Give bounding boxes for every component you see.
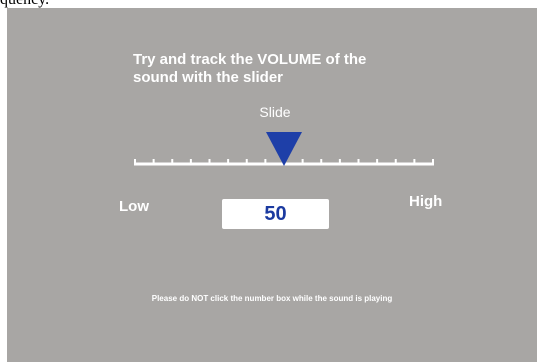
page: quency. Try and track the VOLUME of the …	[0, 0, 537, 362]
experiment-panel: Try and track the VOLUME of the sound wi…	[7, 8, 537, 362]
low-label: Low	[119, 198, 149, 215]
instructions-text: Try and track the VOLUME of the sound wi…	[133, 51, 367, 86]
warning-text: Please do NOT click the number box while…	[151, 294, 393, 303]
value-number-box[interactable]: 50	[222, 199, 329, 229]
slide-label: Slide	[259, 104, 291, 120]
high-label: High	[409, 193, 443, 210]
triangle-down-icon	[266, 132, 302, 166]
slider-thumb[interactable]	[266, 132, 302, 166]
